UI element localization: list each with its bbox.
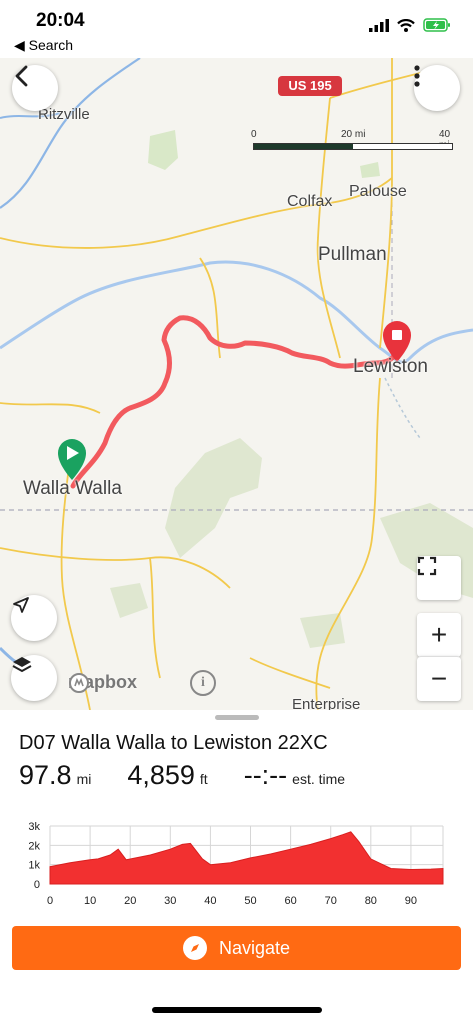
- back-to-search-link[interactable]: ◀ Search: [14, 37, 73, 54]
- layers-icon: [12, 657, 32, 673]
- minus-icon: −: [430, 663, 448, 694]
- map-background: [0, 58, 473, 710]
- mapbox-attribution[interactable]: mapbox: [68, 672, 137, 693]
- route-title: D07 Walla Walla to Lewiston 22XC: [19, 732, 328, 754]
- elevation-value: 4,859: [127, 760, 195, 790]
- highway-shield-us195: US 195: [278, 76, 342, 96]
- est-time-label: est. time: [292, 771, 346, 787]
- place-label-pullman: Pullman: [318, 244, 387, 265]
- x-tick-label: 90: [405, 895, 417, 907]
- back-button[interactable]: [12, 65, 58, 111]
- elevation-area: [49, 831, 444, 885]
- status-time: 20:04: [36, 10, 85, 31]
- sheet-grabber[interactable]: [215, 715, 259, 720]
- chevron-left-icon: [15, 65, 28, 87]
- x-tick-label: 60: [284, 895, 296, 907]
- map-view[interactable]: US 195 Ritzville Colfax Palouse Pullman …: [0, 58, 473, 710]
- place-label-walla-walla: Walla Walla: [23, 478, 122, 499]
- plus-icon: +: [430, 619, 448, 650]
- zoom-in-button[interactable]: +: [417, 613, 461, 657]
- locate-me-button[interactable]: [11, 595, 57, 641]
- est-time-value: --:--: [243, 760, 288, 790]
- elevation-unit: ft: [199, 771, 208, 787]
- elevation-profile-chart[interactable]: 3k 2k 1k 00 10 20 30 40 50 60 70 80 90: [0, 814, 473, 914]
- distance-unit: mi: [76, 771, 92, 787]
- wifi-icon: [397, 18, 415, 32]
- x-tick-label: 10: [84, 895, 96, 907]
- info-icon: i: [201, 675, 205, 690]
- scale-label-20: 20 mi: [341, 129, 366, 140]
- y-tick-label: 0: [34, 879, 40, 891]
- battery-charging-icon: [423, 18, 450, 32]
- more-vertical-icon: [414, 65, 420, 87]
- zoom-out-button[interactable]: −: [417, 656, 461, 701]
- location-arrow-icon: [13, 597, 29, 613]
- navigate-label: Navigate: [218, 937, 291, 958]
- mapbox-logo-icon: [69, 673, 89, 693]
- place-label-palouse: Palouse: [349, 183, 407, 200]
- distance-value: 97.8: [19, 760, 72, 790]
- status-bar: 20:04 ◀ Search: [0, 0, 473, 58]
- x-tick-label: 70: [325, 895, 337, 907]
- map-layers-button[interactable]: [11, 655, 57, 701]
- fullscreen-button[interactable]: [417, 556, 461, 600]
- place-label-lewiston: Lewiston: [353, 356, 428, 377]
- place-label-enterprise: Enterprise: [292, 696, 361, 710]
- place-label-ritzville: Ritzville: [38, 106, 90, 123]
- scale-bar: 0 20 mi 40 mi: [251, 129, 453, 151]
- x-tick-label: 40: [204, 895, 216, 907]
- navigate-button[interactable]: Navigate: [12, 926, 461, 970]
- signal-icon: [369, 18, 389, 32]
- status-icons: [369, 18, 451, 32]
- x-tick-label: 0: [47, 895, 53, 907]
- y-tick-label: 3k: [28, 821, 40, 833]
- x-tick-label: 50: [244, 895, 256, 907]
- x-tick-label: 20: [124, 895, 136, 907]
- place-label-colfax: Colfax: [287, 193, 333, 210]
- y-tick-label: 1k: [28, 860, 40, 872]
- map-info-button[interactable]: i: [190, 670, 216, 696]
- home-indicator: [152, 1007, 322, 1013]
- compass-icon: [182, 936, 207, 960]
- y-tick-label: 2k: [28, 840, 40, 852]
- x-tick-label: 30: [164, 895, 176, 907]
- route-details-sheet[interactable]: D07 Walla Walla to Lewiston 22XC 97.8 mi…: [0, 710, 473, 1023]
- fullscreen-icon: [417, 556, 437, 576]
- scale-label-0: 0: [251, 129, 257, 140]
- x-tick-label: 80: [365, 895, 377, 907]
- route-stats: 97.8 mi 4,859 ft --:-- est. time: [19, 760, 381, 791]
- more-options-button[interactable]: [414, 65, 460, 111]
